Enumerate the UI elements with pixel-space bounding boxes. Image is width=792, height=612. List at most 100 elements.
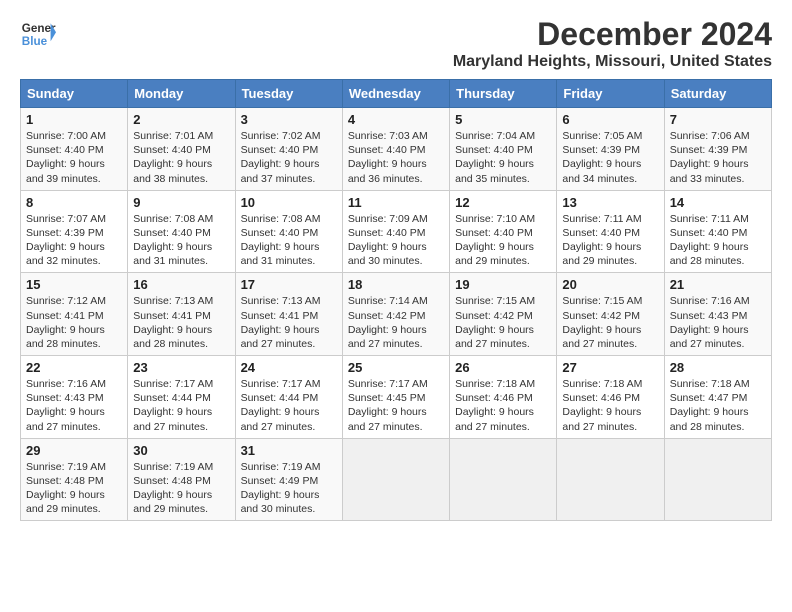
calendar-cell: 20 Sunrise: 7:15 AMSunset: 4:42 PMDayligh… xyxy=(557,273,664,356)
calendar-cell xyxy=(557,438,664,521)
day-number: 4 xyxy=(348,112,444,127)
calendar-cell: 10 Sunrise: 7:08 AMSunset: 4:40 PMDayligh… xyxy=(235,190,342,273)
day-info: Sunrise: 7:13 AMSunset: 4:41 PMDaylight:… xyxy=(133,295,213,350)
day-info: Sunrise: 7:08 AMSunset: 4:40 PMDaylight:… xyxy=(241,213,321,268)
day-number: 10 xyxy=(241,195,337,210)
day-number: 22 xyxy=(26,360,122,375)
day-number: 23 xyxy=(133,360,229,375)
subtitle: Maryland Heights, Missouri, United State… xyxy=(453,53,772,71)
day-info: Sunrise: 7:16 AMSunset: 4:43 PMDaylight:… xyxy=(670,295,750,350)
day-number: 14 xyxy=(670,195,766,210)
calendar-cell: 5 Sunrise: 7:04 AMSunset: 4:40 PMDaylight… xyxy=(450,108,557,191)
calendar-cell: 17 Sunrise: 7:13 AMSunset: 4:41 PMDayligh… xyxy=(235,273,342,356)
day-number: 19 xyxy=(455,277,551,292)
calendar-cell: 11Sunrise: 7:09 AMSunset: 4:40 PMDayligh… xyxy=(342,190,449,273)
calendar-cell: 2 Sunrise: 7:01 AMSunset: 4:40 PMDaylight… xyxy=(128,108,235,191)
day-number: 2 xyxy=(133,112,229,127)
calendar-cell: 18 Sunrise: 7:14 AMSunset: 4:42 PMDayligh… xyxy=(342,273,449,356)
logo: General Blue xyxy=(20,16,56,52)
day-info: Sunrise: 7:14 AMSunset: 4:42 PMDaylight:… xyxy=(348,295,428,350)
day-info: Sunrise: 7:15 AMSunset: 4:42 PMDaylight:… xyxy=(455,295,535,350)
calendar-cell: 22 Sunrise: 7:16 AMSunset: 4:43 PMDayligh… xyxy=(21,356,128,439)
calendar-cell: 27Sunrise: 7:18 AMSunset: 4:46 PMDayligh… xyxy=(557,356,664,439)
calendar-cell: 12 Sunrise: 7:10 AMSunset: 4:40 PMDayligh… xyxy=(450,190,557,273)
day-number: 1 xyxy=(26,112,122,127)
day-info: Sunrise: 7:02 AMSunset: 4:40 PMDaylight:… xyxy=(241,130,321,185)
day-info: Sunrise: 7:17 AMSunset: 4:45 PMDaylight:… xyxy=(348,378,428,433)
day-number: 12 xyxy=(455,195,551,210)
day-info: Sunrise: 7:15 AMSunset: 4:42 PMDaylight:… xyxy=(562,295,642,350)
day-info: Sunrise: 7:17 AMSunset: 4:44 PMDaylight:… xyxy=(241,378,321,433)
day-info: Sunrise: 7:18 AMSunset: 4:46 PMDaylight:… xyxy=(455,378,535,433)
day-info: Sunrise: 7:18 AMSunset: 4:46 PMDaylight:… xyxy=(562,378,642,433)
page-header: General Blue December 2024 Maryland Heig… xyxy=(20,16,772,71)
day-number: 16 xyxy=(133,277,229,292)
calendar-cell: 4 Sunrise: 7:03 AMSunset: 4:40 PMDaylight… xyxy=(342,108,449,191)
calendar-cell: 28 Sunrise: 7:18 AMSunset: 4:47 PMDayligh… xyxy=(664,356,771,439)
day-info: Sunrise: 7:00 AMSunset: 4:40 PMDaylight:… xyxy=(26,130,106,185)
day-number: 31 xyxy=(241,443,337,458)
day-info: Sunrise: 7:16 AMSunset: 4:43 PMDaylight:… xyxy=(26,378,106,433)
calendar-cell: 23 Sunrise: 7:17 AMSunset: 4:44 PMDayligh… xyxy=(128,356,235,439)
calendar-week-row: 22 Sunrise: 7:16 AMSunset: 4:43 PMDayligh… xyxy=(21,356,772,439)
day-info: Sunrise: 7:03 AMSunset: 4:40 PMDaylight:… xyxy=(348,130,428,185)
day-number: 8 xyxy=(26,195,122,210)
calendar-table: SundayMondayTuesdayWednesdayThursdayFrid… xyxy=(20,79,772,521)
calendar-week-row: 15 Sunrise: 7:12 AMSunset: 4:41 PMDayligh… xyxy=(21,273,772,356)
day-number: 3 xyxy=(241,112,337,127)
weekday-header-thursday: Thursday xyxy=(450,80,557,108)
day-info: Sunrise: 7:11 AMSunset: 4:40 PMDaylight:… xyxy=(670,213,749,268)
calendar-cell: 13Sunrise: 7:11 AMSunset: 4:40 PMDayligh… xyxy=(557,190,664,273)
day-number: 5 xyxy=(455,112,551,127)
calendar-week-row: 29 Sunrise: 7:19 AMSunset: 4:48 PMDayligh… xyxy=(21,438,772,521)
day-number: 17 xyxy=(241,277,337,292)
calendar-cell: 19 Sunrise: 7:15 AMSunset: 4:42 PMDayligh… xyxy=(450,273,557,356)
title-area: December 2024 Maryland Heights, Missouri… xyxy=(453,16,772,71)
svg-text:Blue: Blue xyxy=(22,35,48,48)
day-number: 15 xyxy=(26,277,122,292)
day-info: Sunrise: 7:19 AMSunset: 4:48 PMDaylight:… xyxy=(26,461,106,516)
day-number: 24 xyxy=(241,360,337,375)
day-info: Sunrise: 7:12 AMSunset: 4:41 PMDaylight:… xyxy=(26,295,106,350)
day-info: Sunrise: 7:05 AMSunset: 4:39 PMDaylight:… xyxy=(562,130,642,185)
day-info: Sunrise: 7:01 AMSunset: 4:40 PMDaylight:… xyxy=(133,130,213,185)
day-number: 13 xyxy=(562,195,658,210)
calendar-cell: 7Sunrise: 7:06 AMSunset: 4:39 PMDaylight… xyxy=(664,108,771,191)
day-info: Sunrise: 7:13 AMSunset: 4:41 PMDaylight:… xyxy=(241,295,321,350)
calendar-cell: 26 Sunrise: 7:18 AMSunset: 4:46 PMDayligh… xyxy=(450,356,557,439)
day-info: Sunrise: 7:19 AMSunset: 4:49 PMDaylight:… xyxy=(241,461,321,516)
calendar-cell: 1 Sunrise: 7:00 AMSunset: 4:40 PMDaylight… xyxy=(21,108,128,191)
day-info: Sunrise: 7:10 AMSunset: 4:40 PMDaylight:… xyxy=(455,213,535,268)
calendar-cell: 16 Sunrise: 7:13 AMSunset: 4:41 PMDayligh… xyxy=(128,273,235,356)
day-info: Sunrise: 7:18 AMSunset: 4:47 PMDaylight:… xyxy=(670,378,750,433)
day-info: Sunrise: 7:19 AMSunset: 4:48 PMDaylight:… xyxy=(133,461,213,516)
day-number: 18 xyxy=(348,277,444,292)
day-number: 30 xyxy=(133,443,229,458)
calendar-cell xyxy=(664,438,771,521)
day-info: Sunrise: 7:06 AMSunset: 4:39 PMDaylight:… xyxy=(670,130,750,185)
calendar-cell xyxy=(450,438,557,521)
day-info: Sunrise: 7:17 AMSunset: 4:44 PMDaylight:… xyxy=(133,378,213,433)
day-number: 20 xyxy=(562,277,658,292)
calendar-cell: 14 Sunrise: 7:11 AMSunset: 4:40 PMDayligh… xyxy=(664,190,771,273)
calendar-cell: 15 Sunrise: 7:12 AMSunset: 4:41 PMDayligh… xyxy=(21,273,128,356)
calendar-cell: 29 Sunrise: 7:19 AMSunset: 4:48 PMDayligh… xyxy=(21,438,128,521)
calendar-cell: 3 Sunrise: 7:02 AMSunset: 4:40 PMDaylight… xyxy=(235,108,342,191)
day-number: 28 xyxy=(670,360,766,375)
calendar-cell: 9Sunrise: 7:08 AMSunset: 4:40 PMDaylight… xyxy=(128,190,235,273)
calendar-week-row: 8Sunrise: 7:07 AMSunset: 4:39 PMDaylight… xyxy=(21,190,772,273)
calendar-cell xyxy=(342,438,449,521)
weekday-header-friday: Friday xyxy=(557,80,664,108)
calendar-week-row: 1 Sunrise: 7:00 AMSunset: 4:40 PMDaylight… xyxy=(21,108,772,191)
weekday-header-monday: Monday xyxy=(128,80,235,108)
calendar-cell: 31 Sunrise: 7:19 AMSunset: 4:49 PMDayligh… xyxy=(235,438,342,521)
weekday-header-row: SundayMondayTuesdayWednesdayThursdayFrid… xyxy=(21,80,772,108)
day-info: Sunrise: 7:09 AMSunset: 4:40 PMDaylight:… xyxy=(348,213,428,268)
day-info: Sunrise: 7:04 AMSunset: 4:40 PMDaylight:… xyxy=(455,130,535,185)
calendar-cell: 21Sunrise: 7:16 AMSunset: 4:43 PMDayligh… xyxy=(664,273,771,356)
day-number: 29 xyxy=(26,443,122,458)
calendar-cell: 24 Sunrise: 7:17 AMSunset: 4:44 PMDayligh… xyxy=(235,356,342,439)
day-number: 9 xyxy=(133,195,229,210)
day-number: 26 xyxy=(455,360,551,375)
calendar-cell: 6Sunrise: 7:05 AMSunset: 4:39 PMDaylight… xyxy=(557,108,664,191)
